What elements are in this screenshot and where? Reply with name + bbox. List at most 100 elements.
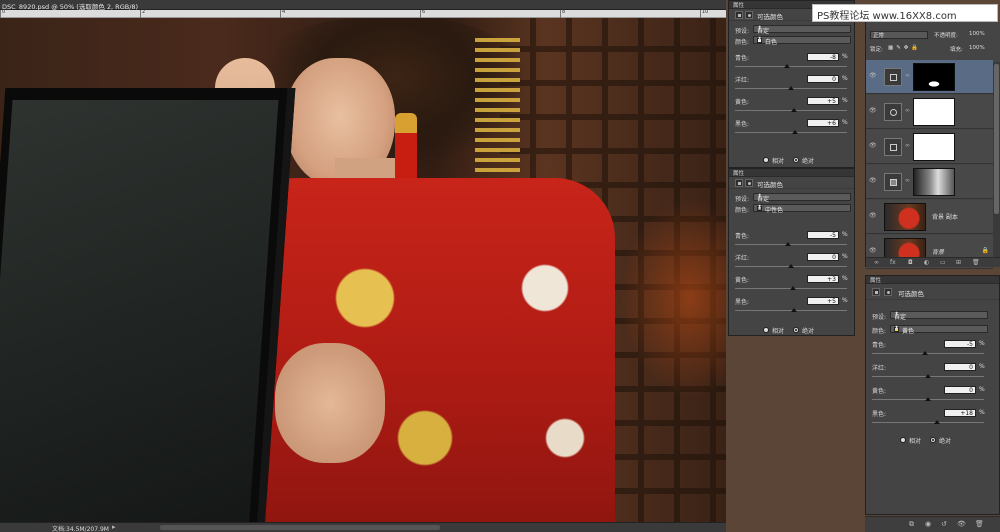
slider-value-field[interactable]: 0	[944, 363, 976, 371]
layer-adjustment-3[interactable]: 👁 ∞	[866, 130, 993, 164]
slider-value-field[interactable]: +5	[807, 97, 839, 105]
preset-row: 预设: 自定 ⬍	[729, 193, 854, 203]
link-icon[interactable]: ∞	[905, 72, 910, 79]
collapse-icon[interactable]: »	[870, 276, 996, 282]
radio-absolute[interactable]	[793, 327, 799, 333]
blend-row: 正常 不透明度: 100%	[866, 30, 1000, 40]
group-icon[interactable]: ▭	[940, 259, 946, 266]
slider-value-field[interactable]: -5	[944, 340, 976, 348]
radio-relative[interactable]	[900, 437, 906, 443]
fill-value[interactable]: 100%	[969, 45, 985, 51]
document-canvas[interactable]	[0, 18, 726, 522]
layer-adjustment-4[interactable]: 👁 ∞	[866, 165, 993, 199]
mask-icon[interactable]	[745, 11, 753, 19]
preset-select[interactable]: 自定 ⬍	[890, 311, 988, 321]
slider-track[interactable]	[735, 244, 847, 245]
slider-thumb[interactable]	[788, 264, 794, 268]
link-icon[interactable]: ∞	[905, 107, 910, 114]
trash-icon[interactable]: 🗑	[975, 520, 984, 528]
radio-relative[interactable]	[763, 157, 769, 163]
view-previous-icon[interactable]: ◉	[925, 520, 931, 528]
slider-value-field[interactable]: 0	[807, 253, 839, 261]
percent-sign: %	[842, 53, 848, 60]
slider-value-field[interactable]: +5	[807, 297, 839, 305]
radio-relative-label: 相对	[772, 328, 785, 335]
slider-value: -5	[967, 341, 973, 348]
slider-thumb[interactable]	[791, 108, 797, 112]
slider-thumb[interactable]	[790, 286, 796, 290]
slider-value-field[interactable]: -8	[807, 53, 839, 61]
layers-scrollbar[interactable]	[993, 62, 1000, 262]
radio-absolute[interactable]	[930, 437, 936, 443]
slider-value-field[interactable]: +3	[807, 275, 839, 283]
slider-thumb[interactable]	[788, 86, 794, 90]
document-tab[interactable]: DSC_8920.psd @ 50% (选取颜色 2, RGB/8)	[0, 0, 726, 11]
layer-mask-thumbnail[interactable]	[913, 63, 955, 91]
slider-thumb[interactable]	[792, 130, 798, 134]
reset-icon[interactable]: ↺	[941, 520, 947, 528]
layer-background-copy[interactable]: 👁 背景 副本	[866, 200, 993, 234]
status-menu-arrow-icon[interactable]: ▸	[112, 523, 116, 531]
slider-thumb[interactable]	[785, 242, 791, 246]
preset-select[interactable]: 自定 ⬍	[753, 25, 851, 35]
slider-label: 黑色:	[735, 299, 750, 306]
eye-icon[interactable]: 👁	[869, 142, 877, 149]
eye-icon[interactable]: 👁	[869, 177, 877, 184]
eye-icon[interactable]: 👁	[869, 107, 877, 114]
slider-thumb[interactable]	[925, 397, 931, 401]
layer-adjustment-2[interactable]: 👁 ∞	[866, 95, 993, 129]
slider-value-field[interactable]: 0	[807, 75, 839, 83]
slider-value-field[interactable]: +18	[944, 409, 976, 417]
slider-thumb[interactable]	[791, 308, 797, 312]
slider-track[interactable]	[735, 66, 847, 67]
link-layers-icon[interactable]: ∞	[874, 259, 879, 266]
color-select[interactable]: 黄色 ⬍	[890, 325, 988, 335]
collapse-icon[interactable]: »	[733, 169, 851, 175]
trash-icon[interactable]: 🗑	[972, 259, 980, 266]
panel-header: 属性 »	[729, 169, 854, 177]
monitor-silhouette	[0, 88, 296, 522]
opacity-value[interactable]: 100%	[969, 31, 985, 37]
new-layer-icon[interactable]: ⊞	[956, 259, 961, 266]
toggle-visibility-icon[interactable]: 👁	[957, 520, 966, 528]
eye-icon[interactable]: 👁	[869, 212, 877, 219]
slider-value-field[interactable]: +6	[807, 119, 839, 127]
slider-thumb[interactable]	[925, 374, 931, 378]
mask-icon[interactable]	[884, 288, 892, 296]
adjustment-layer-icon[interactable]: ◐	[924, 259, 929, 266]
ruler-tick	[140, 10, 141, 18]
radio-absolute-label: 绝对	[802, 328, 815, 335]
layer-mask-thumbnail[interactable]	[913, 133, 955, 161]
layer-selective-color-2[interactable]: 👁 ∞	[866, 60, 993, 94]
slider-thumb[interactable]	[934, 420, 940, 424]
slider-value-field[interactable]: -5	[807, 231, 839, 239]
mask-icon[interactable]	[745, 179, 753, 187]
layer-style-icon[interactable]: fx	[890, 259, 896, 266]
layer-mask-thumbnail[interactable]	[913, 168, 955, 196]
preset-select[interactable]: 自定 ⬍	[753, 193, 851, 203]
radio-relative-label: 相对	[772, 158, 785, 165]
slider-label: 洋红:	[735, 77, 750, 84]
slider-track[interactable]	[872, 422, 984, 423]
eye-icon[interactable]: 👁	[869, 72, 877, 79]
eye-icon[interactable]: 👁	[869, 247, 877, 254]
radio-absolute[interactable]	[793, 157, 799, 163]
slider-thumb[interactable]	[922, 351, 928, 355]
preset-label: 预设:	[872, 314, 887, 321]
slider-value-field[interactable]: 0	[944, 386, 976, 394]
color-select[interactable]: 中性色 ⬍	[753, 204, 851, 214]
layer-mask-thumbnail[interactable]	[913, 98, 955, 126]
horizontal-scrollbar[interactable]	[160, 525, 440, 530]
lock-options-icon[interactable]: ▦✎✥🔒	[888, 45, 921, 51]
radio-relative[interactable]	[763, 327, 769, 333]
percent-sign: %	[979, 363, 985, 370]
add-mask-icon[interactable]: ◘	[908, 259, 913, 266]
slider-thumb[interactable]	[784, 64, 790, 68]
link-icon[interactable]: ∞	[905, 177, 910, 184]
color-select[interactable]: 白色 ⬍	[753, 36, 851, 46]
properties-panel-neutrals: 属性 » 可选颜色 预设: 自定 ⬍ 颜色: 中性色 ⬍ 青色: -5 % 洋红: …	[728, 168, 855, 336]
slider-track[interactable]	[872, 353, 984, 354]
link-icon[interactable]: ∞	[905, 142, 910, 149]
slider-track[interactable]	[735, 132, 847, 133]
clip-to-layer-icon[interactable]: ⧉	[909, 520, 914, 529]
